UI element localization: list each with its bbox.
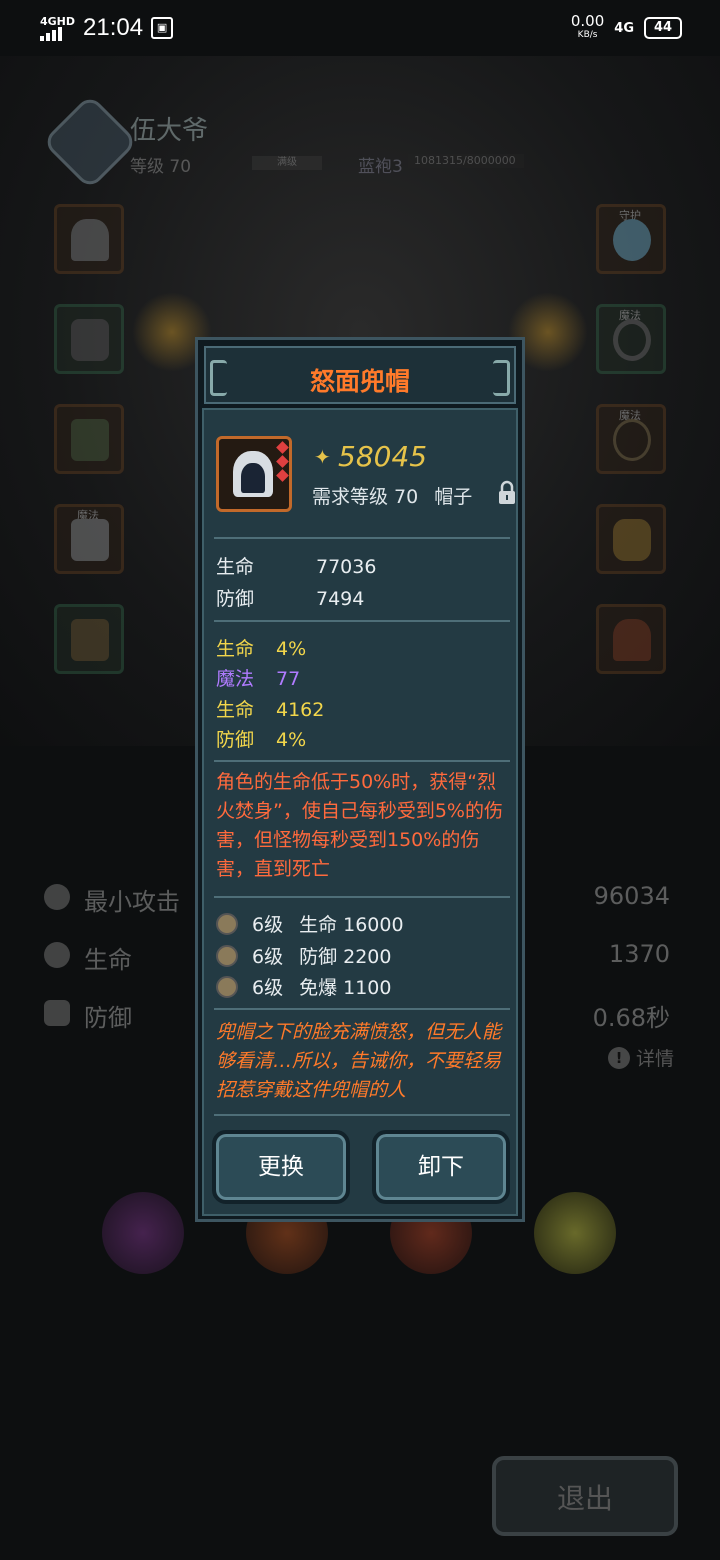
necklace-icon [613,419,651,461]
boots-icon [71,419,109,461]
level-bar: 满级 [252,156,322,170]
replace-button[interactable]: 更换 [212,1130,350,1204]
modal-body: ✦ 58045 需求等级 70 帽子 生命 77036 防御 7494 生命 4% 魔法… [202,408,518,1216]
info-icon: ! [607,1046,630,1069]
detail-label: 详情 [635,1048,674,1070]
base-stat: 生命 77036 [216,556,377,578]
divider [214,1114,510,1116]
equip-slot-belt[interactable] [54,604,124,674]
divider [214,760,510,762]
equip-slot-bracer[interactable]: 魔法 [54,504,124,574]
equip-slot-helmet[interactable] [596,604,666,674]
hero-header: 伍大爷 等级 70 满级 蓝袍3 1081315/8000000 [41,93,524,191]
equip-slot-amulet[interactable]: 守护 [596,204,666,274]
gem-icon [276,441,289,454]
belt-icon [71,619,109,661]
hood-inner [241,463,265,493]
unequip-button[interactable]: 卸下 [372,1130,510,1204]
stat-label: 生命 [84,946,132,974]
item-title: 怒面兜帽 [309,367,410,396]
sword-icon [44,884,70,910]
weapon-icon [613,519,651,561]
set-piece-icon [216,975,238,998]
status-bar: 4GHD 21:04 ▣ 0.00 KB/s 4G 44 [0,0,720,56]
signal-icon: 4GHD [40,16,75,41]
bonus-stat: 魔法 77 [216,668,301,690]
stat-value: 0.68秒 [592,1004,670,1032]
set-bonus: 6级 生命 16000 [216,910,404,937]
skill-bubbles-icon[interactable] [534,1192,616,1274]
detail-button[interactable]: ! 详情 [607,1044,674,1071]
ring-icon [613,319,651,361]
base-stat: 防御 7494 [216,588,365,610]
divider [214,620,510,622]
gem-icon [276,469,289,482]
equip-slot-necklace[interactable]: 魔法 [596,404,666,474]
hero-level: 等级 70 [130,157,192,177]
bonus-stat: 防御 4% [216,729,307,751]
stat-value: 1370 [608,940,670,968]
item-icon-frame [216,436,292,512]
slot-type: 帽子 [434,486,473,508]
equip-slot-boots[interactable] [54,404,124,474]
divider [214,1008,510,1010]
required-level: 需求等级 70 [312,486,419,508]
set-piece-icon [216,944,238,967]
divider [214,896,510,898]
item-skill-text: 角色的生命低于50%时，获得“烈火焚身”，使自己每秒受到5%的伤害，但怪物每秒受… [216,771,503,880]
heart-icon [44,942,70,968]
exp-bar: 1081315/8000000 [408,154,524,168]
hero-name: 伍大爷 [130,116,209,146]
equip-slot-weapon[interactable] [596,504,666,574]
network-speed: 0.00 KB/s [570,12,605,41]
exit-button[interactable]: 退出 [492,1456,678,1536]
equip-slot-ring[interactable]: 魔法 [596,304,666,374]
hood-icon [71,219,109,261]
amulet-icon [613,219,651,261]
sim-icon: ▣ [151,17,174,39]
shield-icon [44,1000,70,1026]
modal-header: 怒面兜帽 [204,346,516,404]
stat-label: 防御 [84,1004,132,1032]
skill-dagger-icon[interactable] [102,1192,184,1274]
set-bonus: 6级 免爆 1100 [216,973,392,1000]
equip-slot-hood[interactable] [54,204,124,274]
hero-rank: 蓝袍3 [358,157,403,177]
armor-icon [71,319,109,361]
clock: 21:04 [83,14,144,41]
bracer-icon [71,519,109,561]
bonus-stat: 生命 4162 [216,699,325,721]
item-requirement: 需求等级 70 帽子 [312,482,472,509]
mobile-data-icon: 4G [614,20,634,36]
stat-label: 最小攻击 [84,888,180,916]
divider [214,537,510,539]
set-piece-icon [216,912,238,935]
lock-icon[interactable] [498,480,516,506]
bonus-stat: 生命 4% [216,638,307,660]
item-detail-modal: 怒面兜帽 ✦ 58045 需求等级 70 帽子 生命 77036 防御 7494 生命… [195,337,525,1222]
helmet-icon [613,619,651,661]
item-score: ✦ 58045 [314,440,427,473]
item-lore: 兜帽之下的脸充满愤怒，但无人能够看清…所以，告诫你，不要轻易招惹穿戴这件兜帽的人 [216,1021,502,1101]
network-type: 4GHD [40,14,76,28]
set-bonus: 6级 防御 2200 [216,942,392,969]
score-value: 58045 [338,440,428,473]
hero-emblem-icon [41,93,139,191]
gem-icon [276,455,289,468]
ornament-icon [493,360,510,396]
power-icon: ✦ [314,444,331,469]
equip-slot-armor[interactable] [54,304,124,374]
stat-value: 96034 [593,882,670,910]
battery-icon: 44 [644,17,682,39]
